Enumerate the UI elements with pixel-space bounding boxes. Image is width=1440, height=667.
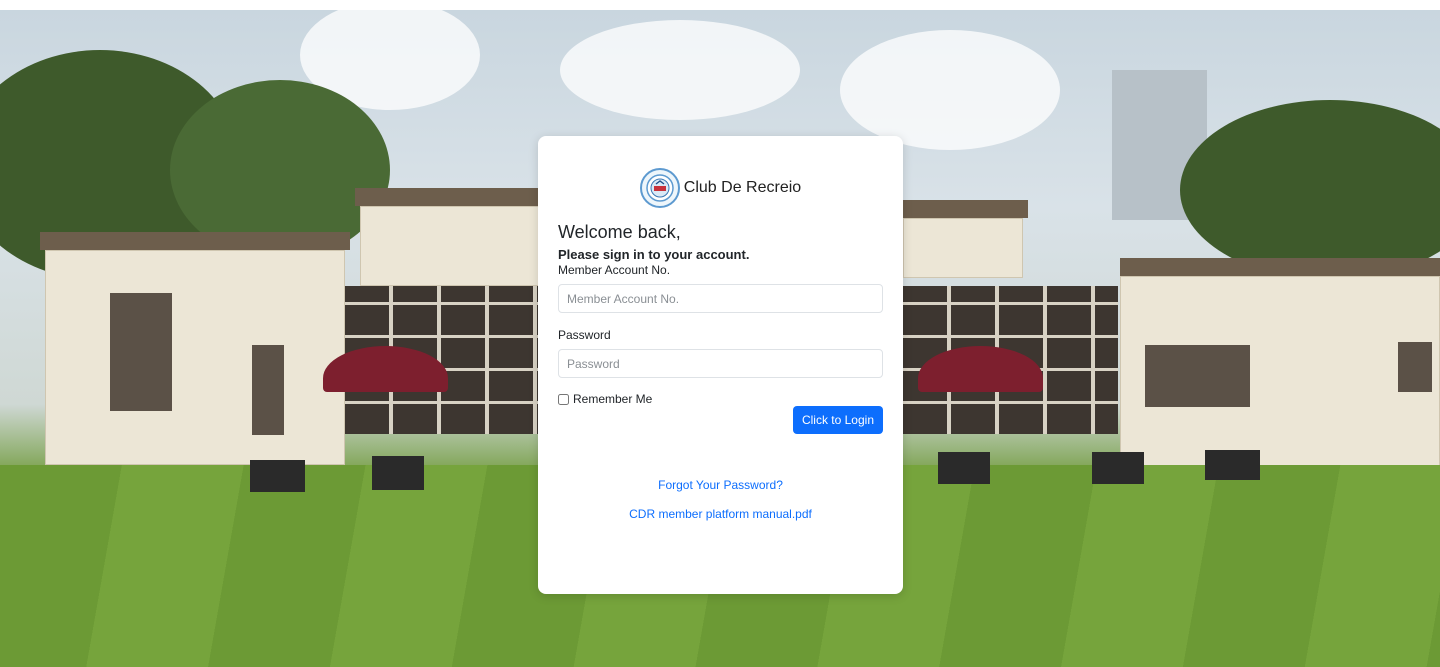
window bbox=[1145, 345, 1250, 407]
account-number-input[interactable] bbox=[558, 284, 883, 313]
club-crest-graphic bbox=[646, 174, 674, 202]
cloud bbox=[840, 30, 1060, 150]
tree bbox=[1180, 100, 1440, 280]
password-input[interactable] bbox=[558, 349, 883, 378]
club-crest-icon bbox=[639, 168, 680, 208]
building-roof bbox=[355, 188, 540, 206]
planter bbox=[372, 456, 424, 490]
remember-me-checkbox[interactable] bbox=[558, 393, 569, 405]
login-button[interactable]: Click to Login bbox=[792, 406, 883, 434]
window bbox=[110, 293, 172, 411]
login-card: Club De Recreio Welcome back, Please sig… bbox=[538, 136, 903, 594]
login-row: Click to Login bbox=[558, 406, 883, 434]
remember-me-label: Remember Me bbox=[573, 392, 653, 406]
clubhouse-upper bbox=[360, 206, 540, 286]
building-roof bbox=[903, 200, 1028, 218]
password-label: Password bbox=[558, 328, 611, 342]
signin-subtitle: Please sign in to your account. bbox=[558, 247, 750, 262]
help-links: Forgot Your Password? CDR member platfor… bbox=[558, 478, 883, 521]
planter bbox=[1092, 452, 1144, 484]
clubhouse-left bbox=[45, 250, 345, 465]
planter bbox=[938, 452, 990, 484]
manual-pdf-link[interactable]: CDR member platform manual.pdf bbox=[558, 507, 883, 521]
welcome-heading: Welcome back, bbox=[558, 222, 681, 242]
brand-name: Club De Recreio bbox=[683, 179, 802, 196]
brand-header: Club De Recreio bbox=[558, 166, 883, 210]
account-number-label: Member Account No. bbox=[558, 263, 671, 277]
remember-me-row: Remember Me bbox=[558, 392, 883, 406]
clubhouse-upper-right bbox=[903, 218, 1023, 278]
door bbox=[252, 345, 284, 435]
building-roof bbox=[1120, 258, 1440, 276]
planter bbox=[250, 460, 305, 492]
window bbox=[1398, 342, 1432, 392]
forgot-password-link[interactable]: Forgot Your Password? bbox=[558, 478, 883, 492]
cloud bbox=[560, 20, 800, 120]
planter bbox=[1205, 450, 1260, 480]
building-roof bbox=[40, 232, 350, 250]
